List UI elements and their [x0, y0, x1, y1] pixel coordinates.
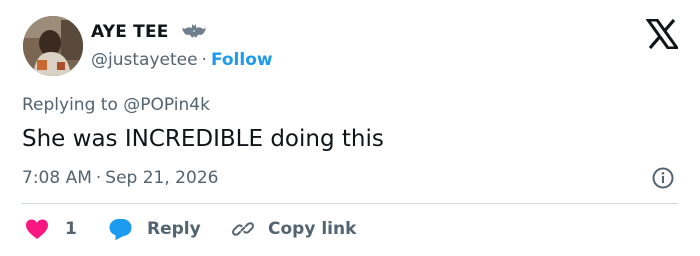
info-icon[interactable] — [651, 166, 675, 190]
reply-bubble-icon — [109, 219, 132, 241]
bat-emoji-icon — [182, 24, 206, 38]
reply-button[interactable]: Reply — [108, 215, 201, 243]
separator-dot: · — [201, 50, 207, 70]
author-handle-row: @justayetee · Follow — [91, 48, 273, 72]
author-display-name[interactable]: AYE TEE — [91, 20, 169, 44]
x-logo-icon[interactable] — [646, 19, 678, 49]
tweet-text: She was INCREDIBLE doing this — [22, 126, 384, 152]
author-handle[interactable]: @justayetee — [91, 50, 198, 70]
heart-icon — [26, 219, 48, 239]
tweet-date: Sep 21, 2026 — [105, 168, 219, 188]
copy-link-button[interactable]: Copy link — [231, 215, 356, 243]
separator-dot: · — [95, 168, 102, 188]
divider — [22, 203, 678, 204]
tweet-timestamp[interactable]: 7:08 AM · Sep 21, 2026 — [22, 166, 218, 190]
follow-link[interactable]: Follow — [211, 50, 273, 70]
link-icon — [232, 222, 254, 236]
copy-link-label: Copy link — [268, 219, 357, 239]
replying-to-text[interactable]: Replying to @POPin4k — [22, 93, 210, 117]
tweet-time: 7:08 AM — [22, 168, 92, 188]
author-avatar[interactable] — [23, 16, 83, 76]
like-count: 1 — [65, 219, 77, 239]
avatar-photo — [23, 16, 83, 76]
like-button[interactable]: 1 — [25, 215, 77, 243]
reply-label: Reply — [147, 219, 201, 239]
